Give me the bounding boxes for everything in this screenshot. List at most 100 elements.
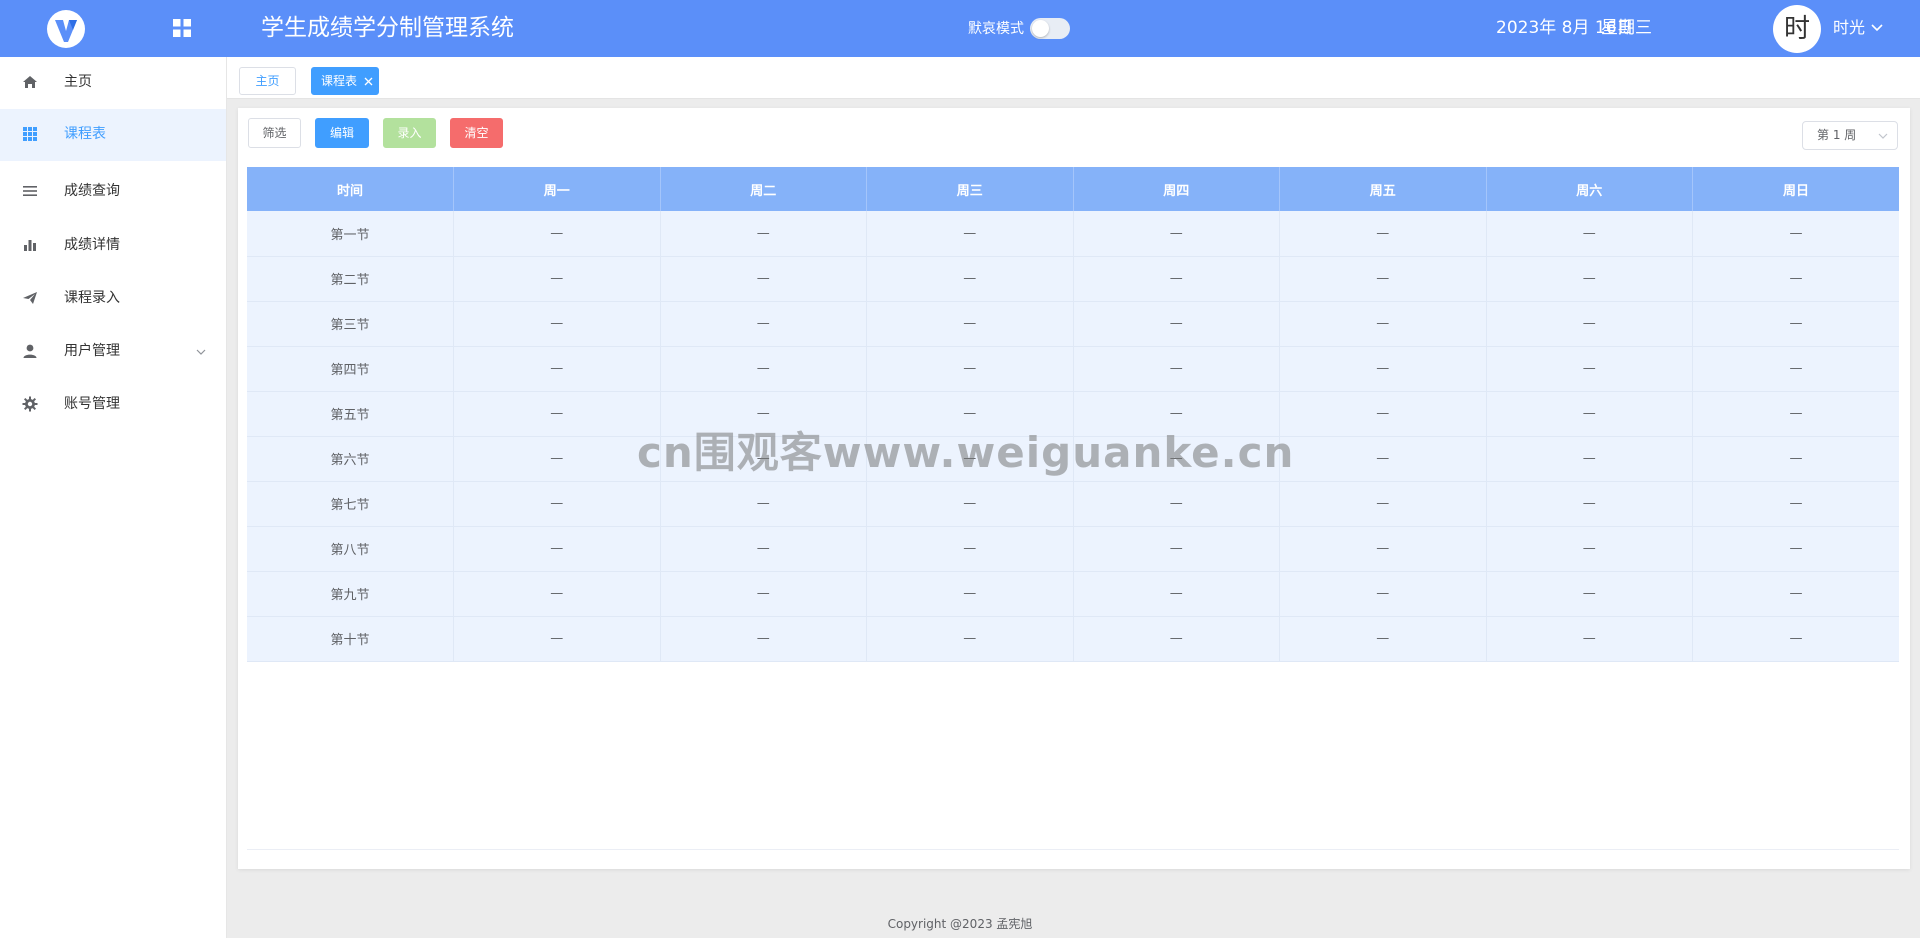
course-cell[interactable]: — [453,391,661,437]
course-cell[interactable]: — [1692,346,1899,392]
course-cell[interactable]: — [453,571,661,617]
course-cell[interactable]: — [660,616,867,662]
course-cell[interactable]: — [453,256,661,302]
course-cell[interactable]: — [660,481,867,527]
course-cell[interactable]: — [866,211,1074,257]
course-cell[interactable]: — [453,436,661,482]
course-cell[interactable]: — [1279,616,1487,662]
column-header: 周一 [453,167,661,211]
tab-schedule[interactable]: 课程表 [311,67,379,95]
sidebar-item-grade-query[interactable]: 成绩查询 [0,166,226,218]
course-cell[interactable]: — [1486,571,1693,617]
course-cell[interactable]: — [453,526,661,572]
course-cell[interactable]: — [866,391,1074,437]
course-cell[interactable]: — [866,301,1074,347]
course-cell[interactable]: — [866,571,1074,617]
course-cell[interactable]: — [1073,301,1280,347]
course-cell[interactable]: — [1279,211,1487,257]
course-cell[interactable]: — [1486,526,1693,572]
course-cell[interactable]: — [1486,481,1693,527]
course-cell[interactable]: — [1486,211,1693,257]
course-cell[interactable]: — [1073,391,1280,437]
sidebar-item-schedule[interactable]: 课程表 [0,109,226,161]
period-cell: 第三节 [247,301,454,347]
sidebar-item-course-entry[interactable]: 课程录入 [0,273,226,325]
course-cell[interactable]: — [660,391,867,437]
course-cell[interactable]: — [1279,391,1487,437]
course-cell[interactable]: — [1279,346,1487,392]
course-cell[interactable]: — [1073,616,1280,662]
course-cell[interactable]: — [453,616,661,662]
filter-button[interactable]: 筛选 [248,118,301,148]
chevron-down-icon[interactable] [1869,19,1885,35]
apps-grid-icon[interactable] [172,18,192,38]
course-cell[interactable]: — [1692,616,1899,662]
course-cell[interactable]: — [1279,526,1487,572]
course-cell[interactable]: — [660,346,867,392]
course-cell[interactable]: — [866,436,1074,482]
clear-button[interactable]: 清空 [450,118,503,148]
course-cell[interactable]: — [660,436,867,482]
close-icon[interactable] [364,77,373,86]
course-cell[interactable]: — [660,571,867,617]
course-cell[interactable]: — [453,211,661,257]
tab-home[interactable]: 主页 [239,67,296,95]
period-cell: 第九节 [247,571,454,617]
course-cell[interactable]: — [1073,571,1280,617]
course-cell[interactable]: — [866,526,1074,572]
user-name[interactable]: 时光 [1833,17,1865,39]
course-cell[interactable]: — [453,481,661,527]
course-cell[interactable]: — [1073,436,1280,482]
sidebar-item-user-management[interactable]: 用户管理 [0,326,226,378]
course-cell[interactable]: — [1692,391,1899,437]
edit-button[interactable]: 编辑 [315,118,369,148]
course-cell[interactable]: — [1692,256,1899,302]
chevron-down-icon[interactable] [195,346,207,358]
sidebar-item-grade-details[interactable]: 成绩详情 [0,220,226,272]
course-cell[interactable]: — [660,256,867,302]
course-cell[interactable]: — [1279,571,1487,617]
table-header-row: 时间 周一 周二 周三 周四 周五 周六 周日 [247,167,1899,211]
table-row: 第七节 — — — — — — — [247,481,1899,527]
avatar[interactable]: 时 [1773,5,1821,53]
course-cell[interactable]: — [660,301,867,347]
course-cell[interactable]: — [866,481,1074,527]
course-cell[interactable]: — [1486,436,1693,482]
sidebar-item-account-management[interactable]: 账号管理 [0,379,226,431]
course-cell[interactable]: — [1279,301,1487,347]
course-cell[interactable]: — [1486,346,1693,392]
course-cell[interactable]: — [1279,481,1487,527]
course-cell[interactable]: — [1486,391,1693,437]
course-cell[interactable]: — [1486,301,1693,347]
course-cell[interactable]: — [866,256,1074,302]
sidebar-item-home[interactable]: 主页 [0,57,226,109]
course-cell[interactable]: — [1692,211,1899,257]
course-cell[interactable]: — [1692,301,1899,347]
course-cell[interactable]: — [1279,436,1487,482]
course-cell[interactable]: — [1486,256,1693,302]
table-row: 第九节 — — — — — — — [247,571,1899,617]
mourning-mode-toggle[interactable] [1030,18,1070,39]
course-cell[interactable]: — [660,211,867,257]
course-cell[interactable]: — [1073,526,1280,572]
course-cell[interactable]: — [1073,481,1280,527]
course-cell[interactable]: — [1692,526,1899,572]
week-select[interactable]: 第 1 周 [1802,121,1898,150]
course-cell[interactable]: — [453,346,661,392]
table-row: 第一节 — — — — — — — [247,211,1899,257]
course-cell[interactable]: — [1073,211,1280,257]
course-cell[interactable]: — [1073,346,1280,392]
course-cell[interactable]: — [1692,481,1899,527]
entry-button[interactable]: 录入 [383,118,436,148]
course-cell[interactable]: — [866,616,1074,662]
course-cell[interactable]: — [1279,256,1487,302]
chevron-down-icon [1878,133,1888,139]
period-cell: 第十节 [247,616,454,662]
course-cell[interactable]: — [1692,571,1899,617]
course-cell[interactable]: — [1073,256,1280,302]
course-cell[interactable]: — [1692,436,1899,482]
course-cell[interactable]: — [1486,616,1693,662]
course-cell[interactable]: — [660,526,867,572]
course-cell[interactable]: — [453,301,661,347]
course-cell[interactable]: — [866,346,1074,392]
